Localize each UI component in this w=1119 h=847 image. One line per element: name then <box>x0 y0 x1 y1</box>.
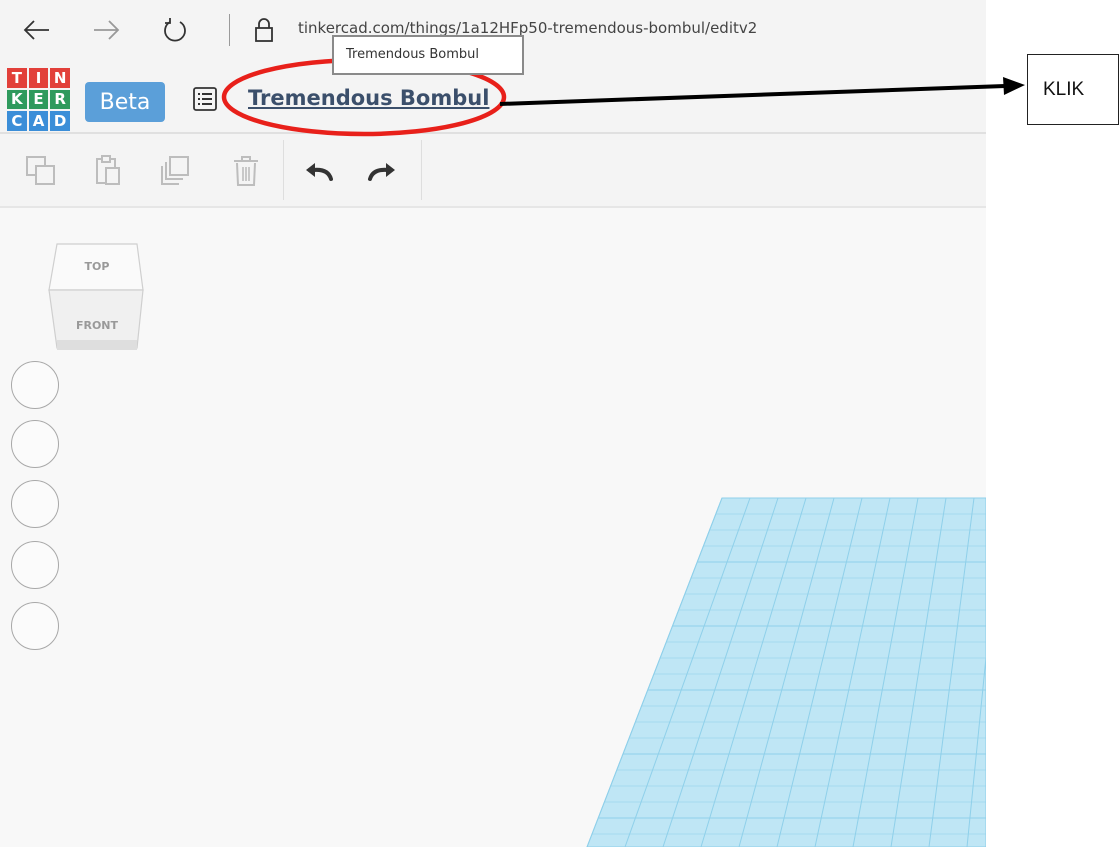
zoom-out-button[interactable] <box>11 541 59 589</box>
fit-view-button[interactable] <box>11 420 59 468</box>
back-arrow-icon[interactable] <box>18 12 54 48</box>
klik-callout: KLIK <box>1027 54 1119 125</box>
paste-icon[interactable] <box>86 149 130 193</box>
logo-letter: I <box>28 68 49 88</box>
design-list-icon[interactable] <box>193 87 217 111</box>
copy-icon[interactable] <box>19 149 63 193</box>
edit-toolbar <box>0 134 986 208</box>
zoom-in-button[interactable] <box>11 480 59 528</box>
logo-letter: K <box>7 89 27 110</box>
delete-icon[interactable] <box>224 149 268 193</box>
logo-letter: C <box>7 111 27 131</box>
forward-arrow-icon[interactable] <box>89 12 125 48</box>
view-cube[interactable]: TOP FRONT <box>45 240 149 359</box>
screenshot-area: tinkercad.com/things/1a12HFp50-tremendou… <box>0 0 986 847</box>
logo-letter: N <box>50 68 70 88</box>
toolbar-separator <box>421 140 422 200</box>
redo-icon[interactable] <box>360 149 404 193</box>
duplicate-icon[interactable] <box>153 149 197 193</box>
view-cube-top-label: TOP <box>84 260 110 273</box>
logo-letter: E <box>28 89 49 110</box>
logo-letter: A <box>28 111 49 131</box>
title-tooltip: Tremendous Bombul <box>332 35 524 75</box>
lock-icon <box>246 12 282 48</box>
beta-badge[interactable]: Beta <box>85 82 165 122</box>
home-view-button[interactable] <box>11 361 59 409</box>
undo-icon[interactable] <box>297 149 341 193</box>
logo-letter: D <box>50 111 70 131</box>
arrowhead-icon <box>1003 77 1025 95</box>
view-cube-front-label: FRONT <box>75 319 119 332</box>
logo-letter: T <box>7 68 27 88</box>
toolbar-separator <box>283 140 284 200</box>
design-title-link[interactable]: Tremendous Bombul <box>248 86 489 110</box>
refresh-icon[interactable] <box>157 12 193 48</box>
tinkercad-logo[interactable]: TIN KER CAD <box>7 68 70 131</box>
projection-toggle-button[interactable] <box>11 602 59 650</box>
logo-letter: R <box>50 89 70 110</box>
nav-separator <box>229 14 230 46</box>
